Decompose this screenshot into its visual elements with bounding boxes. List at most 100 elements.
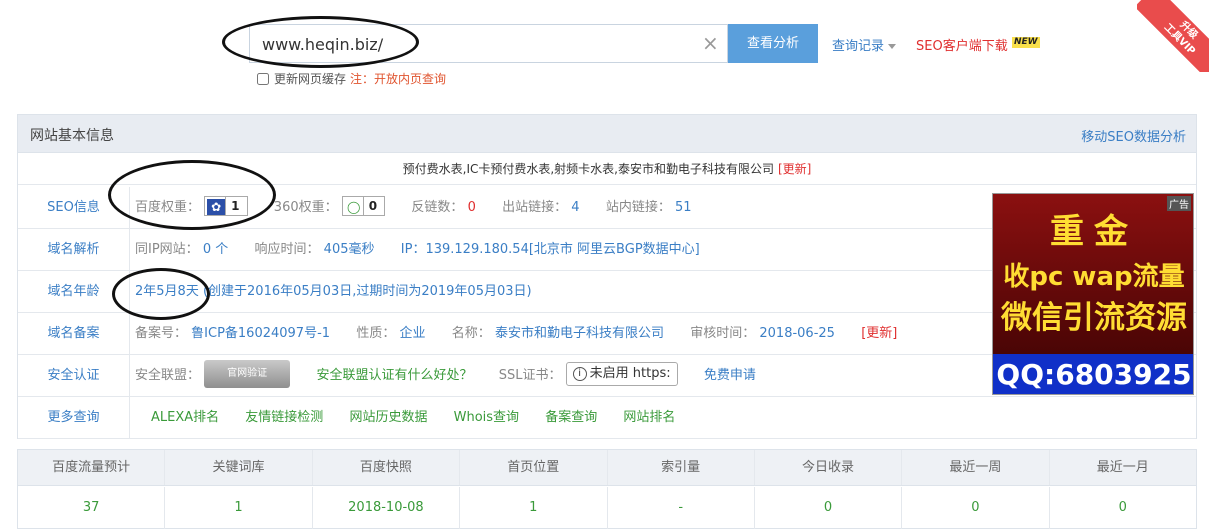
- caret-down-icon: [888, 44, 897, 49]
- domain-age-label: 域名年龄: [18, 271, 130, 312]
- upgrade-vip-ribbon: 升级 工具VIP: [1137, 0, 1209, 72]
- security-union-link[interactable]: 安全联盟认证有什么好处？: [316, 368, 472, 383]
- site-history-link[interactable]: 网站历史数据: [349, 410, 427, 425]
- ad-line3: 微信引流资源: [1001, 300, 1187, 336]
- upgrade-vip-corner[interactable]: 升级 工具VIP: [1137, 0, 1209, 72]
- security-union-label: 安全联盟：: [135, 368, 201, 383]
- verified-badge[interactable]: 官网验证: [204, 360, 291, 388]
- url-search-input[interactable]: [262, 33, 682, 55]
- icp-label: 域名备案: [18, 313, 130, 354]
- query-history-label: 查询记录: [832, 39, 885, 54]
- stats-header-row: 百度流量预计 关键词库 百度快照 首页位置 索引量 今日收录 最近一周 最近一月: [18, 450, 1196, 486]
- outlinks-label: 出站链接：: [502, 200, 568, 215]
- icp-type-value: 企业: [399, 326, 426, 341]
- panel-title: 网站基本信息: [30, 128, 114, 144]
- response-time-value: 405毫秒: [323, 242, 375, 257]
- search-box: ×: [249, 24, 728, 63]
- site-title-update-link[interactable]: [更新]: [778, 162, 811, 176]
- 360-rank-value: 0: [362, 197, 382, 215]
- domain-age-detail: (创建于2016年05月03日,过期时间为2019年05月03日): [202, 284, 532, 299]
- 360-rank-badge[interactable]: ◯ 0: [341, 196, 386, 216]
- icp-name-label: 名称：: [451, 326, 491, 341]
- ip-value[interactable]: 139.129.180.54[北京市 阿里云BGP数据中心]: [425, 242, 699, 257]
- stats-header-home-position: 首页位置: [460, 450, 608, 485]
- domain-age-value: 2年5月8天: [135, 284, 199, 299]
- stats-value-home-position[interactable]: 1: [460, 487, 608, 529]
- icp-update-link[interactable]: [更新]: [861, 326, 897, 341]
- new-badge: NEW: [1012, 37, 1040, 48]
- icp-date-value: 2018-06-25: [759, 326, 835, 341]
- 360-rank-label: 360权重：: [273, 200, 338, 215]
- icp-date-label: 审核时间：: [690, 326, 756, 341]
- refresh-cache-label: 更新网页缓存: [274, 72, 347, 86]
- stats-header-week: 最近一周: [902, 450, 1050, 485]
- info-icon: i: [572, 366, 587, 381]
- stats-header-index: 索引量: [608, 450, 755, 485]
- seo-info-label: SEO信息: [18, 187, 130, 228]
- stats-value-week[interactable]: 0: [902, 487, 1050, 529]
- baidu-paw-icon: ✿: [207, 198, 226, 215]
- clear-icon[interactable]: ×: [702, 32, 722, 54]
- whois-link[interactable]: Whois查询: [454, 410, 519, 425]
- backlinks-label: 反链数：: [411, 200, 464, 215]
- icp-no-value[interactable]: 鲁ICP备16024097号-1: [191, 326, 330, 341]
- response-time-label: 响应时间：: [254, 242, 320, 257]
- site-title-row: 预付费水表,IC卡预付费水表,射频卡水表,泰安市和勤电子科技有限公司 [更新]: [18, 153, 1196, 185]
- stats-value-today[interactable]: 0: [755, 487, 903, 529]
- ssl-status-box: i 未启用 https:: [565, 362, 678, 386]
- friend-link-check-link[interactable]: 友情链接检测: [245, 410, 323, 425]
- stats-value-baidu-traffic[interactable]: 37: [18, 487, 166, 529]
- dns-content: 同IP网站： 0 个 响应时间： 405毫秒 IP：139.129.180.54…: [135, 229, 700, 270]
- stats-header-snapshot: 百度快照: [313, 450, 461, 485]
- inlinks-label: 站内链接：: [605, 200, 671, 215]
- stats-table: 百度流量预计 关键词库 百度快照 首页位置 索引量 今日收录 最近一周 最近一月…: [17, 449, 1197, 529]
- more-queries-row: 更多查询 ALEXA排名 友情链接检测 网站历史数据 Whois查询 备案查询 …: [18, 397, 1196, 439]
- security-label: 安全认证: [18, 355, 130, 396]
- ad-banner[interactable]: 广告 重金 收pc wap流量 微信引流资源 QQ:6803925: [992, 193, 1194, 395]
- backlinks-value[interactable]: 0: [468, 200, 476, 215]
- refresh-cache-option: 更新网页缓存 注：开放内页查询: [257, 70, 446, 87]
- icp-query-link[interactable]: 备案查询: [545, 410, 597, 425]
- baidu-rank-label: 百度权重：: [135, 200, 201, 215]
- icp-name-value: 泰安市和勤电子科技有限公司: [494, 326, 664, 341]
- site-rank-link[interactable]: 网站排名: [623, 410, 675, 425]
- icp-type-label: 性质：: [356, 326, 396, 341]
- ssl-status-value: 未启用 https:: [589, 366, 671, 381]
- 360-circle-icon: ◯: [347, 199, 361, 214]
- seo-client-download-link[interactable]: SEO客户端下载: [916, 35, 1008, 54]
- icp-no-label: 备案号：: [135, 326, 188, 341]
- query-history-dropdown[interactable]: 查询记录: [832, 35, 897, 54]
- ip-label: IP：: [400, 242, 426, 257]
- stats-header-month: 最近一月: [1096, 460, 1149, 475]
- refresh-cache-checkbox[interactable]: [257, 72, 269, 85]
- baidu-rank-value: 1: [225, 197, 244, 215]
- site-basic-info-panel: 网站基本信息 移动SEO数据分析 预付费水表,IC卡预付费水表,射频卡水表,泰安…: [17, 114, 1197, 439]
- stats-value-snapshot[interactable]: 2018-10-08: [313, 487, 461, 529]
- stats-value-row: 37 1 2018-10-08 1 - 0 0 0: [18, 487, 1196, 529]
- ssl-apply-link[interactable]: 免费申请: [704, 368, 756, 383]
- ad-line1: 重金: [1050, 212, 1138, 252]
- alexa-rank-link[interactable]: ALEXA排名: [151, 410, 219, 425]
- baidu-rank-badge[interactable]: ✿ 1: [204, 196, 248, 216]
- inlinks-value[interactable]: 51: [675, 200, 692, 215]
- seo-info-content: 百度权重： ✿ 1 360权重： ◯ 0 反链数： 0 出站链接： 4 站内链接： …: [135, 187, 692, 228]
- security-content: 安全联盟： 官网验证 安全联盟认证有什么好处？ SSL证书： i 未启用 http…: [135, 355, 756, 396]
- same-ip-label: 同IP网站：: [135, 242, 199, 257]
- stats-value-month[interactable]: 0: [1050, 487, 1196, 529]
- stats-header-baidu-traffic: 百度流量预计: [18, 450, 166, 485]
- mobile-seo-link[interactable]: 移动SEO数据分析: [1081, 126, 1186, 145]
- ad-qq: QQ:6803925: [993, 354, 1193, 394]
- stats-header-today: 今日收录: [755, 450, 903, 485]
- same-ip-value[interactable]: 0 个: [203, 242, 228, 257]
- analyze-button[interactable]: 查看分析: [728, 24, 818, 63]
- domain-age-content: 2年5月8天 (创建于2016年05月03日,过期时间为2019年05月03日): [135, 271, 532, 312]
- refresh-note: 注：开放内页查询: [350, 72, 447, 86]
- outlinks-value[interactable]: 4: [571, 200, 579, 215]
- dns-label: 域名解析: [18, 229, 130, 270]
- stats-value-index: -: [608, 487, 755, 529]
- stats-value-keywords[interactable]: 1: [165, 487, 313, 529]
- site-title: 预付费水表,IC卡预付费水表,射频卡水表,泰安市和勤电子科技有限公司: [402, 162, 774, 176]
- stats-header-keywords: 关键词库: [165, 450, 313, 485]
- panel-header: 网站基本信息 移动SEO数据分析: [18, 115, 1196, 153]
- more-queries-content: ALEXA排名 友情链接检测 网站历史数据 Whois查询 备案查询 网站排名: [151, 397, 697, 438]
